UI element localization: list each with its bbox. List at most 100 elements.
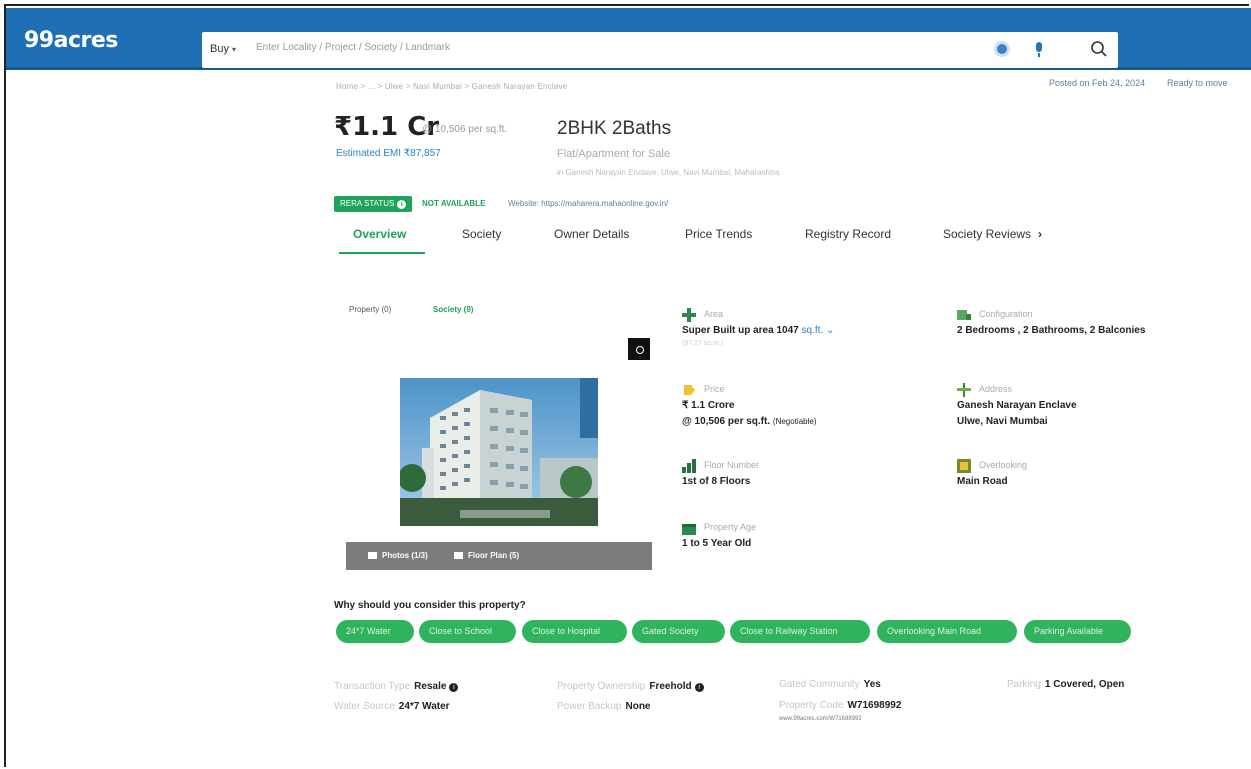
- media-toggle-society[interactable]: Society (9): [433, 305, 473, 314]
- attr-gated: Gated Community Yes: [779, 679, 881, 690]
- attr-value: 1 Covered, Open: [1044, 679, 1125, 690]
- attr-label: Parking: [1007, 679, 1041, 690]
- spec-age: Property Age 1 to 5 Year Old: [682, 521, 942, 553]
- tab-overview[interactable]: Overview: [353, 227, 406, 241]
- attr-value: Freehold: [649, 681, 692, 692]
- spec-area-value: Super Built up area 1047 sq.ft. ⌄: [682, 325, 834, 336]
- chevron-down-icon: ▾: [231, 45, 236, 54]
- photos-label: Photos (1/3): [382, 551, 428, 560]
- posted-date: Posted on Feb 24, 2024: [1049, 78, 1146, 88]
- price-per-sqft: @ 10,506 per sq.ft.: [422, 124, 508, 135]
- rera-status-badge[interactable]: RERA STATUS i: [334, 196, 413, 212]
- chip-highlight[interactable]: Close to School: [419, 620, 516, 643]
- rera-status-label: RERA STATUS: [340, 199, 395, 208]
- chip-highlight[interactable]: 24*7 Water: [336, 620, 414, 643]
- location-icon[interactable]: [997, 44, 1007, 54]
- spec-overlooking: Overlooking Main Road: [957, 459, 1217, 491]
- price-tag-icon: [684, 385, 695, 395]
- attr-property-code: Property Code W71698992: [779, 700, 901, 711]
- attr-water: Water Source 24*7 Water: [334, 701, 450, 712]
- attr-value: W71698992: [847, 700, 902, 711]
- chevron-right-icon[interactable]: ›: [1038, 227, 1042, 241]
- buy-label: Buy: [210, 43, 229, 55]
- spec-configuration: Configuration 2 Bedrooms , 2 Bathrooms, …: [957, 308, 1217, 348]
- floor-icon: [682, 459, 696, 473]
- spec-overlooking-label: Overlooking: [979, 460, 1028, 470]
- possession-status: Ready to move: [1167, 78, 1228, 88]
- attr-power: Power Backup None: [557, 701, 650, 712]
- listing-title: 2BHK 2Baths: [557, 118, 672, 139]
- camera-icon: [368, 552, 377, 559]
- spec-price-value: ₹ 1.1 Crore: [682, 400, 735, 411]
- property-url[interactable]: www.99acres.com/W71698992: [779, 716, 862, 722]
- spec-area-sub: (97.27 sq.m.): [682, 340, 724, 347]
- spec-configuration-value: 2 Bedrooms , 2 Bathrooms, 2 Balconies: [957, 325, 1146, 336]
- chip-highlight[interactable]: Overlooking Main Road: [877, 620, 1017, 643]
- area-icon: [682, 308, 696, 322]
- attr-label: Property Ownership: [557, 681, 646, 692]
- chip-highlight[interactable]: Close to Railway Station: [730, 620, 870, 643]
- property-photo[interactable]: [400, 378, 598, 526]
- attr-label: Property Code: [779, 700, 844, 711]
- search-bar[interactable]: Buy ▾: [202, 32, 1118, 68]
- emi-link[interactable]: Estimated EMI ₹87,857: [336, 148, 441, 159]
- bed-icon: [957, 310, 971, 320]
- negotiable-note: (Negotiable): [772, 417, 817, 426]
- rera-value: NOT AVAILABLE: [422, 199, 486, 208]
- spec-floor-value: 1st of 8 Floors: [682, 476, 751, 487]
- property-address: in Ganesh Narayan Enclave, Ulwe, Navi Mu…: [557, 168, 780, 177]
- search-icon[interactable]: [1090, 40, 1108, 58]
- top-navbar: 99acres Buy ▾: [6, 8, 1251, 70]
- address-icon: [957, 383, 971, 397]
- floor-plan-label: Floor Plan (5): [468, 551, 520, 560]
- tab-registry-record[interactable]: Registry Record: [805, 227, 891, 241]
- spec-price-persqft: @ 10,506 per sq.ft. (Negotiable): [682, 416, 816, 427]
- tab-society-reviews[interactable]: Society Reviews: [943, 227, 1031, 241]
- section-tabs: Overview Society Owner Details Price Tre…: [336, 224, 1096, 256]
- chip-highlight[interactable]: Gated Society: [632, 620, 725, 643]
- floor-plan-button[interactable]: Floor Plan (5): [454, 551, 519, 560]
- price-persqft: @ 10,506 per sq.ft.: [682, 416, 771, 427]
- search-input[interactable]: [254, 41, 978, 54]
- spec-address: Address Ganesh Narayan Enclave Ulwe, Nav…: [957, 383, 1217, 431]
- chip-highlight[interactable]: Close to Hospital: [522, 620, 627, 643]
- attr-label: Transaction Type: [334, 681, 411, 692]
- area-value: Super Built up area 1047: [682, 325, 799, 336]
- tab-price-trends[interactable]: Price Trends: [685, 227, 752, 241]
- calendar-icon: [682, 524, 696, 535]
- spec-price-label: Price: [704, 384, 725, 394]
- spec-address-line1: Ganesh Narayan Enclave: [957, 400, 1077, 411]
- photos-button[interactable]: Photos (1/3): [368, 551, 428, 560]
- attr-label: Gated Community: [779, 679, 860, 690]
- qr-code-icon[interactable]: [628, 338, 650, 360]
- spec-area-label: Area: [704, 309, 724, 319]
- chip-highlight[interactable]: Parking Available: [1024, 620, 1131, 643]
- attr-value: None: [625, 701, 651, 712]
- floor-plan-icon: [454, 552, 463, 559]
- spec-area: Area Super Built up area 1047 sq.ft. ⌄ (…: [682, 308, 942, 348]
- spec-floor-label: Floor Number: [704, 460, 760, 470]
- attr-value: 24*7 Water: [398, 701, 450, 712]
- tab-owner-details[interactable]: Owner Details: [554, 227, 629, 241]
- overlooking-icon: [957, 459, 971, 473]
- rera-website[interactable]: Website: https://maharera.mahaonline.gov…: [508, 199, 668, 208]
- media-toggle-property[interactable]: Property (0): [349, 305, 391, 314]
- spec-address-line2: Ulwe, Navi Mumbai: [957, 416, 1048, 427]
- attr-label: Power Backup: [557, 701, 622, 712]
- attr-ownership: Property Ownership Freehold i: [557, 681, 704, 692]
- info-icon[interactable]: i: [694, 683, 704, 692]
- attr-value: Yes: [863, 679, 881, 690]
- tab-society[interactable]: Society: [462, 227, 501, 241]
- mic-icon[interactable]: [1036, 42, 1042, 57]
- info-icon[interactable]: i: [449, 683, 459, 692]
- property-type: Flat/Apartment for Sale: [557, 148, 671, 160]
- buy-dropdown[interactable]: Buy ▾: [210, 43, 236, 55]
- attr-parking: Parking 1 Covered, Open: [1007, 679, 1124, 690]
- site-logo[interactable]: 99acres: [24, 28, 118, 53]
- media-controls: Photos (1/3) Floor Plan (5): [346, 542, 652, 570]
- spec-price: Price ₹ 1.1 Crore @ 10,506 per sq.ft. (N…: [682, 383, 942, 431]
- spec-floor: Floor Number 1st of 8 Floors: [682, 459, 942, 491]
- breadcrumb[interactable]: Home > ... > Ulwe > Navi Mumbai > Ganesh…: [336, 82, 567, 91]
- attr-transaction: Transaction Type Resale i: [334, 681, 459, 692]
- unit-dropdown[interactable]: sq.ft. ⌄: [802, 325, 835, 336]
